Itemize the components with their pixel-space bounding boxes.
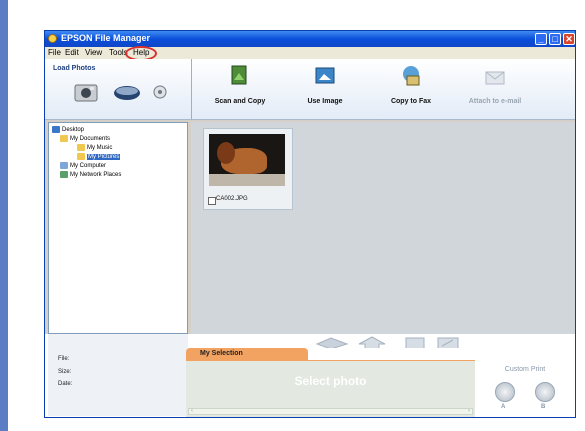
tree-item-my-documents[interactable]: My Documents: [60, 135, 110, 144]
desktop-icon: [52, 126, 60, 133]
window-title: EPSON File Manager: [61, 33, 151, 43]
slideshow-icon[interactable]: [405, 336, 425, 348]
custom-print-b-label: B: [541, 404, 546, 410]
bottom-panel: File: Size: Date: My Selection Select ph…: [45, 334, 575, 417]
tree-item-my-network-places[interactable]: My Network Places: [60, 171, 121, 180]
selection-area[interactable]: Select photo ‹ ›: [186, 360, 475, 417]
scroll-right-icon[interactable]: ›: [468, 408, 470, 414]
custom-print-b-button[interactable]: [535, 382, 555, 402]
copy-to-fax-button[interactable]: Copy to Fax: [371, 64, 451, 114]
tree-item-label: My Network Places: [70, 172, 122, 179]
music-folder-icon: [77, 144, 85, 151]
tree-item-label: My Computer: [70, 163, 107, 170]
custom-print-a-button[interactable]: [495, 382, 515, 402]
custom-print-panel: Custom Print A B: [477, 360, 573, 416]
computer-icon: [60, 162, 68, 169]
folder-icon: [60, 135, 68, 142]
network-icon: [60, 171, 68, 178]
tree-item-my-computer[interactable]: My Computer: [60, 162, 106, 171]
attach-to-email-button[interactable]: Attach to e-mail: [455, 64, 535, 114]
select-photo-placeholder: Select photo: [294, 374, 367, 388]
scan-and-copy-button[interactable]: Scan and Copy: [200, 64, 280, 114]
folder-tree: Desktop My Documents My Music My Picture…: [48, 122, 188, 334]
my-selection-tab[interactable]: My Selection: [186, 348, 308, 360]
maximize-button[interactable]: □: [549, 33, 561, 45]
app-icon: [48, 34, 57, 43]
email-icon: [485, 71, 505, 85]
custom-print-a-label: A: [501, 404, 506, 410]
pictures-folder-icon: [77, 153, 85, 160]
tree-item-label: Desktop: [62, 127, 85, 134]
up-action-icon[interactable]: [357, 336, 387, 348]
copy-to-fax-label: Copy to Fax: [390, 98, 432, 105]
epson-file-manager-window: EPSON File Manager _ □ ✕ File Edit View …: [44, 30, 576, 418]
tree-item-my-pictures[interactable]: My Pictures: [77, 153, 121, 162]
edit-photo-icon[interactable]: [437, 336, 459, 348]
minimize-button[interactable]: _: [535, 33, 547, 45]
size-label: Size:: [58, 369, 72, 375]
thumbnail-card[interactable]: CA002.JPG: [203, 128, 293, 210]
tree-item-label: My Documents: [70, 136, 111, 143]
tree-item-my-music[interactable]: My Music: [77, 144, 112, 153]
load-photos-panel: Load Photos: [45, 59, 192, 119]
file-label: File:: [58, 356, 70, 362]
use-image-button[interactable]: Use Image: [285, 64, 365, 114]
close-button[interactable]: ✕: [563, 33, 575, 45]
date-label: Date:: [58, 381, 73, 387]
menu-view[interactable]: View: [85, 48, 102, 57]
photo-filename: CA002.JPG: [216, 196, 248, 202]
attach-to-email-label: Attach to e-mail: [468, 98, 522, 105]
scan-and-copy-label: Scan and Copy: [214, 98, 266, 105]
print-action-icon[interactable]: [315, 336, 349, 348]
file-info-panel: File: Size: Date:: [48, 334, 188, 416]
menu-file[interactable]: File: [48, 48, 61, 57]
tree-item-desktop[interactable]: Desktop: [52, 126, 84, 135]
scan-copy-icon: [231, 65, 247, 85]
scanner-icon[interactable]: [113, 83, 141, 101]
left-edge-bar: [0, 0, 8, 431]
scroll-left-icon[interactable]: ‹: [191, 408, 193, 414]
photo-checkbox[interactable]: [208, 197, 216, 205]
tree-item-label: My Music: [87, 145, 113, 152]
load-photos-label: Load Photos: [53, 65, 96, 72]
menu-edit[interactable]: Edit: [65, 48, 79, 57]
fax-icon: [403, 66, 420, 86]
camera-icon[interactable]: [73, 81, 99, 103]
tree-item-label: My Pictures: [87, 154, 121, 161]
use-image-label: Use Image: [307, 98, 343, 105]
selection-scrollbar[interactable]: ‹ ›: [188, 408, 473, 415]
use-image-icon: [315, 67, 335, 84]
disc-icon[interactable]: [153, 85, 167, 99]
title-bar[interactable]: EPSON File Manager _ □ ✕: [45, 31, 575, 47]
custom-print-label: Custom Print: [504, 366, 546, 373]
photo-thumbnail[interactable]: [209, 134, 285, 186]
toolbar: Load Photos Scan and Copy Use Image Copy…: [45, 59, 575, 120]
thumbnail-area: CA002.JPG: [191, 122, 575, 334]
